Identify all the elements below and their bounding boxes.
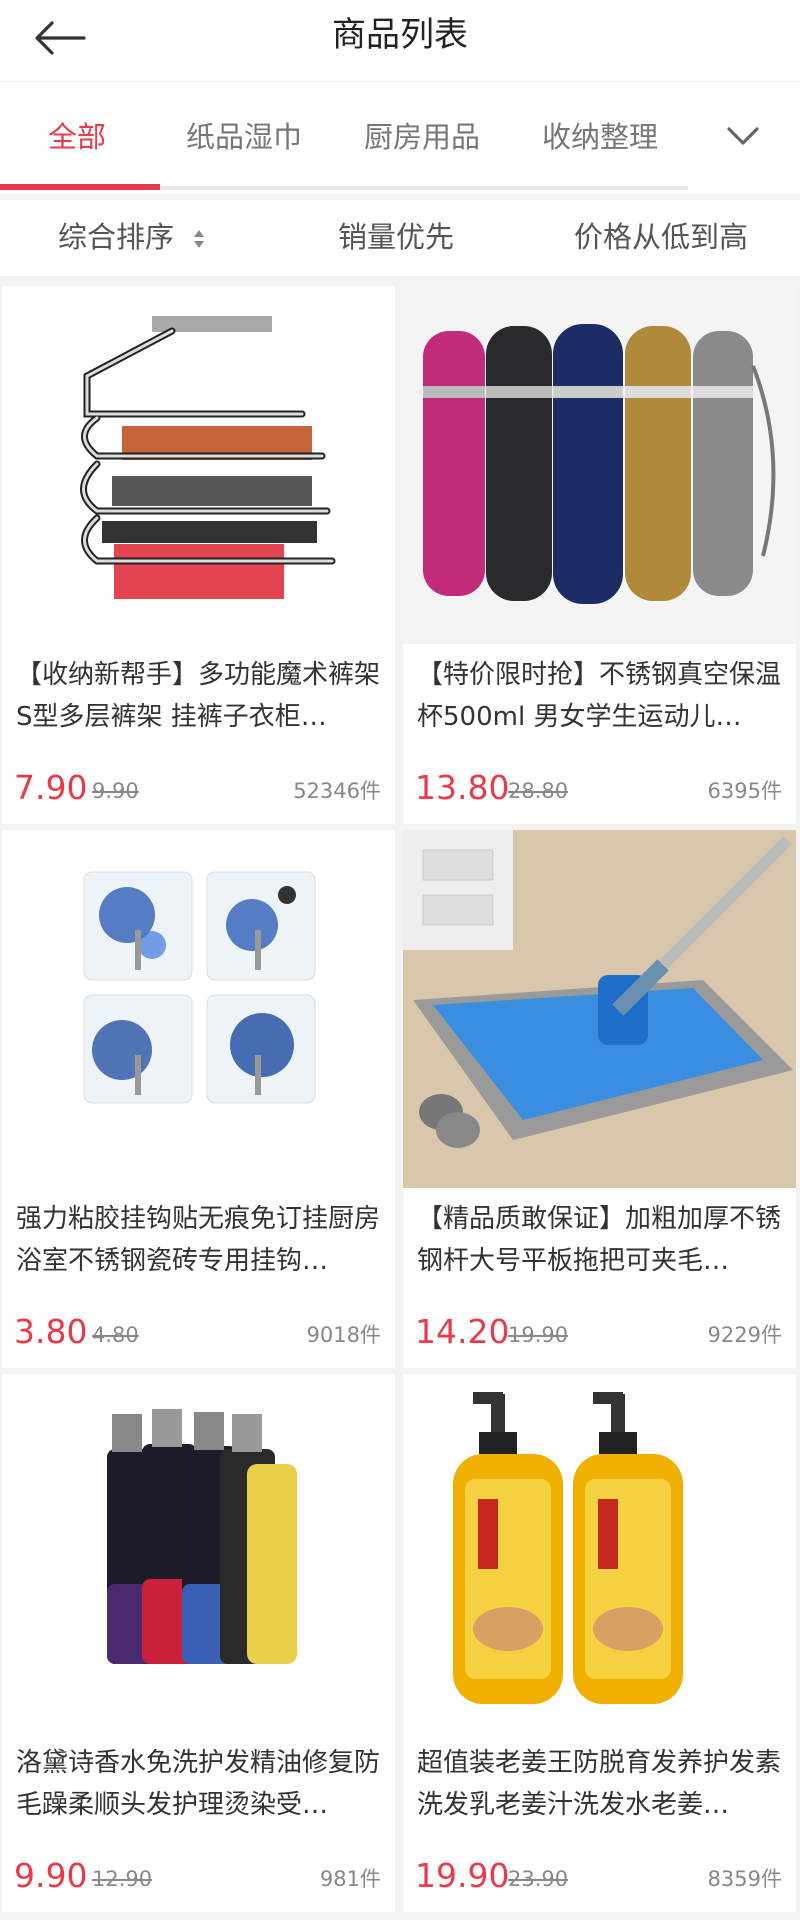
product-image-thermos-bottles — [403, 286, 796, 644]
product-original-price: 9.90 — [92, 779, 139, 803]
product-image-porcelain-hooks — [2, 830, 395, 1188]
more-categories-button[interactable] — [718, 108, 768, 164]
product-card[interactable]: 【特价限时抢】不锈钢真空保温杯500ml 男女学生运动儿… 13.80 28.8… — [403, 286, 796, 824]
product-name: 【精品质敢保证】加粗加厚不锈钢杆大号平板拖把可夹毛… — [417, 1204, 782, 1276]
product-card[interactable]: 洛黛诗香水免洗护发精油修复防毛躁柔顺头发护理烫染受… 9.90 12.90 98… — [2, 1374, 395, 1912]
product-sales-count: 8359件 — [707, 1867, 782, 1891]
active-tab-indicator — [0, 184, 160, 190]
product-sales-count: 9229件 — [707, 1323, 782, 1347]
product-original-price: 4.80 — [92, 1323, 139, 1347]
product-sales-count: 9018件 — [306, 1323, 381, 1347]
category-tabs: 全部 纸品湿巾 厨房用品 收纳整理 — [0, 82, 800, 194]
product-price: 13.80 — [415, 768, 510, 807]
product-name: 超值装老姜王防脱育发养护发素洗发乳老姜汁洗发水老姜… — [417, 1748, 782, 1820]
product-name: 洛黛诗香水免洗护发精油修复防毛躁柔顺头发护理烫染受… — [16, 1748, 381, 1820]
product-original-price: 12.90 — [92, 1867, 153, 1891]
tab-scroll-track — [160, 186, 688, 190]
product-sales-count: 6395件 — [707, 779, 782, 803]
product-image-flat-mop — [403, 830, 796, 1188]
product-price: 3.80 — [14, 1312, 88, 1351]
product-card[interactable]: 【收纳新帮手】多功能魔术裤架S型多层裤架 挂裤子衣柜… 7.90 9.90 52… — [2, 286, 395, 824]
product-original-price: 23.90 — [508, 1867, 569, 1891]
tab-paper-wipes[interactable]: 纸品湿巾 — [186, 112, 302, 162]
top-bar: 商品列表 — [0, 0, 800, 82]
product-name: 强力粘胶挂钩贴无痕免订挂厨房浴室不锈钢瓷砖专用挂钩… — [16, 1204, 381, 1276]
product-card[interactable]: 超值装老姜王防脱育发养护发素洗发乳老姜汁洗发水老姜… 19.90 23.90 8… — [403, 1374, 796, 1912]
product-price: 14.20 — [415, 1312, 510, 1351]
tab-all[interactable]: 全部 — [48, 112, 106, 162]
product-card[interactable]: 强力粘胶挂钩贴无痕免订挂厨房浴室不锈钢瓷砖专用挂钩… 3.80 4.80 901… — [2, 830, 395, 1368]
product-sales-count: 981件 — [319, 1867, 381, 1891]
product-image-hair-oil-bottles — [2, 1374, 395, 1732]
tab-storage[interactable]: 收纳整理 — [542, 112, 658, 162]
product-image-pants-hanger — [2, 286, 395, 644]
product-original-price: 19.90 — [508, 1323, 569, 1347]
sort-bar: 综合排序 销量优先 价格从低到高 — [0, 200, 800, 276]
sort-arrows-icon — [194, 230, 205, 248]
sort-comprehensive[interactable]: 综合排序 — [58, 214, 205, 260]
chevron-down-icon — [727, 127, 759, 145]
tab-kitchen[interactable]: 厨房用品 — [364, 112, 480, 162]
product-name: 【收纳新帮手】多功能魔术裤架S型多层裤架 挂裤子衣柜… — [16, 660, 381, 732]
sort-comprehensive-label: 综合排序 — [58, 220, 175, 254]
sort-by-sales[interactable]: 销量优先 — [338, 214, 454, 260]
product-price: 7.90 — [14, 768, 88, 807]
product-original-price: 28.80 — [508, 779, 569, 803]
product-image-ginger-shampoo — [403, 1374, 796, 1732]
page-title: 商品列表 — [332, 15, 468, 55]
product-card[interactable]: 【精品质敢保证】加粗加厚不锈钢杆大号平板拖把可夹毛… 14.20 19.90 9… — [403, 830, 796, 1368]
sort-by-price-asc[interactable]: 价格从低到高 — [574, 214, 748, 260]
product-price: 9.90 — [14, 1856, 88, 1895]
product-price: 19.90 — [415, 1856, 510, 1895]
product-sales-count: 52346件 — [293, 779, 381, 803]
product-name: 【特价限时抢】不锈钢真空保温杯500ml 男女学生运动儿… — [417, 660, 782, 732]
